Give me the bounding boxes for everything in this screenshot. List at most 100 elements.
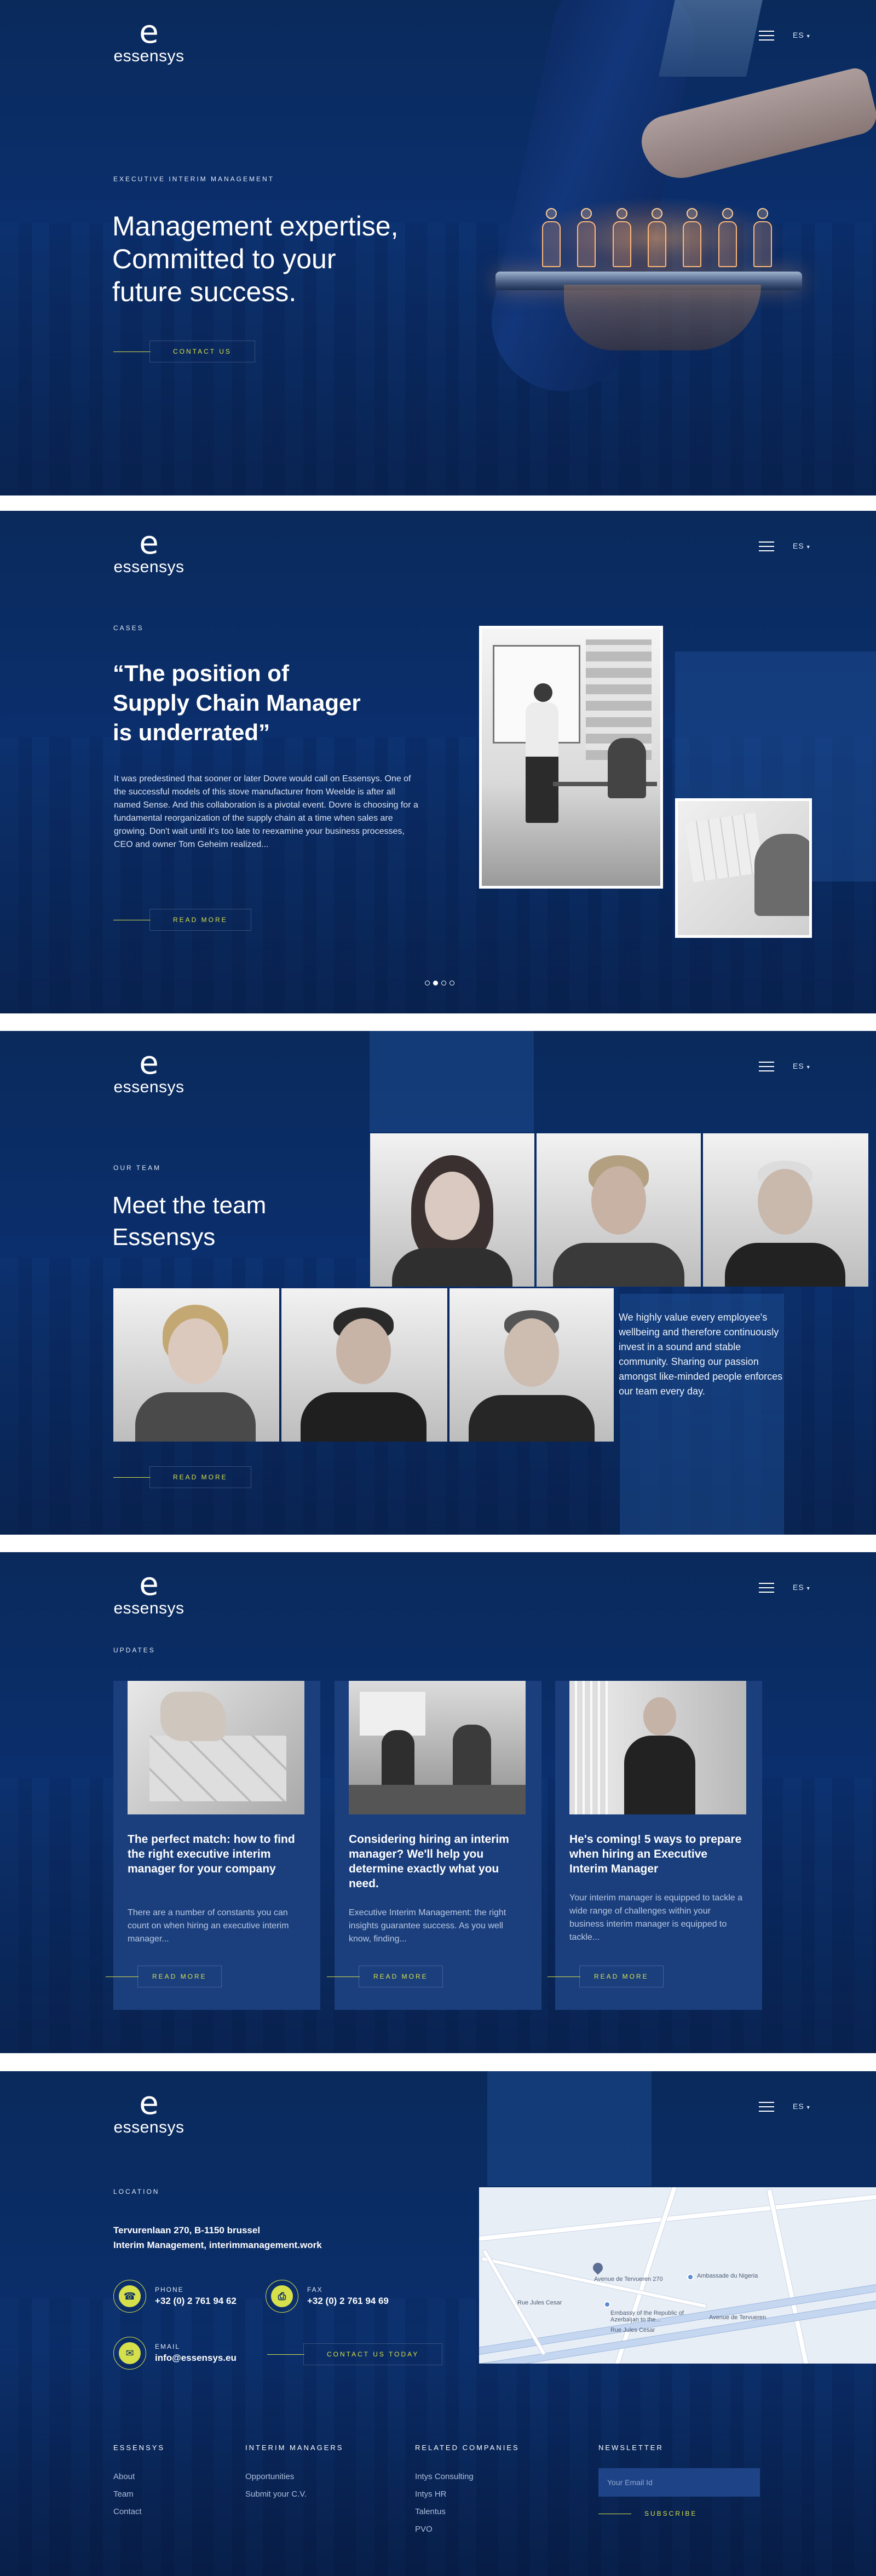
hamburger-menu-icon[interactable]	[759, 2102, 774, 2113]
carousel-dot-2[interactable]	[433, 981, 438, 986]
address: Tervurenlaan 270, B-1150 brussel Interim…	[113, 2223, 322, 2252]
update-card[interactable]: Considering hiring an interim manager? W…	[327, 1681, 541, 2010]
language-selector[interactable]: ES ▼	[793, 541, 811, 550]
team-member-photo[interactable]	[281, 1288, 447, 1442]
hamburger-menu-icon[interactable]	[759, 541, 774, 552]
team-member-photo[interactable]	[113, 1288, 279, 1442]
language-selector[interactable]: ES ▼	[793, 1062, 811, 1070]
update-card[interactable]: The perfect match: how to find the right…	[106, 1681, 320, 2010]
footer-link-pvo[interactable]: PVO	[415, 2521, 520, 2538]
logo-wordmark: essensys	[113, 2118, 185, 2136]
team-member-photo[interactable]	[703, 1133, 868, 1287]
read-more-button[interactable]: READ MORE	[548, 1966, 664, 1987]
businessman-portrait-image	[569, 1681, 746, 1814]
phone-icon: ☎	[119, 2285, 141, 2307]
team-section: e essensys ES ▼ OUR TEAM Meet the team Es…	[0, 1031, 876, 1535]
phone-label: PHONE	[155, 2286, 184, 2293]
language-selector[interactable]: ES ▼	[793, 31, 811, 39]
logo[interactable]: e essensys	[113, 2087, 185, 2141]
team-description: We highly value every employee's wellbei…	[619, 1312, 783, 1397]
contact-section: e essensys ES ▼ LOCATION Tervurenlaan 270…	[0, 2071, 876, 2576]
contact-us-today-button[interactable]: CONTACT US TODAY	[267, 2343, 443, 2365]
map-poi-icon[interactable]	[604, 2301, 610, 2308]
footer-link-intys-hr[interactable]: Intys HR	[415, 2486, 520, 2503]
update-card-excerpt: There are a number of constants you can …	[128, 1908, 289, 1944]
read-more-label: READ MORE	[137, 1966, 222, 1987]
logo[interactable]: e essensys	[113, 15, 185, 70]
chevron-down-icon: ▼	[805, 33, 811, 39]
fax-contact[interactable]: ⎙ FAX +32 (0) 2 761 94 69	[266, 2280, 389, 2313]
footer-heading: ESSENSYS	[113, 2444, 165, 2452]
logo[interactable]: e essensys	[113, 1046, 185, 1101]
hero-illustration	[383, 0, 876, 495]
footer-link-team[interactable]: Team	[113, 2486, 165, 2503]
footer-link-intys-consulting[interactable]: Intys Consulting	[415, 2468, 520, 2486]
team-member-photo[interactable]	[449, 1288, 614, 1442]
read-more-button[interactable]: READ MORE	[327, 1966, 443, 1987]
update-card-title[interactable]: The perfect match: how to find the right…	[128, 1832, 303, 1876]
hero-headline-line: Committed to your	[112, 244, 336, 274]
logo[interactable]: e essensys	[113, 526, 185, 581]
location-map[interactable]: Avenue de Tervueren 270 Ambassade du Nig…	[479, 2187, 876, 2364]
phone-number[interactable]: +32 (0) 2 761 94 62	[155, 2296, 237, 2307]
logo[interactable]: e essensys	[113, 1568, 185, 1622]
map-label: Rue Jules Cesar	[517, 2300, 562, 2306]
read-more-button[interactable]: READ MORE	[113, 909, 251, 931]
hamburger-menu-icon[interactable]	[759, 1062, 774, 1073]
footer-link-contact[interactable]: Contact	[113, 2503, 165, 2521]
read-more-button[interactable]: READ MORE	[106, 1966, 222, 1987]
map-label: Ambassade du Nigeria	[697, 2273, 758, 2279]
carousel-dot-3[interactable]	[441, 981, 446, 986]
case-photo-presentation	[479, 626, 663, 889]
footer-link-talentus[interactable]: Talentus	[415, 2503, 520, 2521]
logo-wordmark: essensys	[113, 558, 185, 576]
updates-section: e essensys ES ▼ UPDATES The perfect match…	[0, 1552, 876, 2053]
language-label: ES	[793, 2102, 804, 2111]
logo-mark: e	[139, 524, 159, 561]
footer-link-opportunities[interactable]: Opportunities	[245, 2468, 343, 2486]
footer-link-about[interactable]: About	[113, 2468, 165, 2486]
carousel-dot-4[interactable]	[449, 981, 454, 986]
hamburger-menu-icon[interactable]	[759, 1583, 774, 1594]
read-more-label: READ MORE	[359, 1966, 443, 1987]
update-card-title[interactable]: He's coming! 5 ways to prepare when hiri…	[569, 1832, 745, 1876]
chevron-down-icon: ▼	[805, 544, 811, 550]
read-more-button[interactable]: READ MORE	[113, 1466, 251, 1488]
hamburger-menu-icon[interactable]	[759, 31, 774, 42]
footer-column-interim-managers: INTERIM MANAGERS Opportunities Submit yo…	[245, 2444, 343, 2503]
map-poi-icon[interactable]	[687, 2274, 694, 2280]
map-pin-icon[interactable]	[591, 2261, 605, 2275]
read-more-label: READ MORE	[579, 1966, 664, 1987]
footer-column-essensys: ESSENSYS About Team Contact	[113, 2444, 165, 2521]
update-card-excerpt: Your interim manager is equipped to tack…	[569, 1893, 743, 1942]
language-label: ES	[793, 1583, 804, 1592]
footer-link-submit-cv[interactable]: Submit your C.V.	[245, 2486, 343, 2503]
update-card-title[interactable]: Considering hiring an interim manager? W…	[349, 1832, 524, 1891]
language-selector[interactable]: ES ▼	[793, 1583, 811, 1592]
email-contact[interactable]: ✉ EMAIL info@essensys.eu	[113, 2337, 237, 2370]
hero-eyebrow: EXECUTIVE INTERIM MANAGEMENT	[113, 175, 275, 183]
logo-wordmark: essensys	[113, 1078, 185, 1096]
logo-mark: e	[139, 1044, 159, 1081]
read-more-label: READ MORE	[149, 1466, 251, 1488]
footer-column-related-companies: RELATED COMPANIES Intys Consulting Intys…	[415, 2444, 520, 2538]
logo-wordmark: essensys	[113, 47, 185, 65]
language-selector[interactable]: ES ▼	[793, 2102, 811, 2111]
subscribe-button[interactable]: SUBSCRIBE	[598, 2503, 760, 2524]
update-card[interactable]: He's coming! 5 ways to prepare when hiri…	[548, 1681, 762, 2010]
logo-mark: e	[139, 1565, 159, 1603]
fax-number[interactable]: +32 (0) 2 761 94 69	[307, 2296, 389, 2307]
contact-us-button[interactable]: CONTACT US	[113, 341, 255, 362]
footer-heading: INTERIM MANAGERS	[245, 2444, 344, 2452]
hero-section: e essensys ES ▼ EXECUTIVE INTERIM MANAGEM…	[0, 0, 876, 495]
puzzle-pieces-image	[128, 1681, 304, 1814]
team-member-photo[interactable]	[537, 1133, 701, 1287]
newsletter-email-input[interactable]	[598, 2468, 760, 2497]
footer-heading: NEWSLETTER	[598, 2444, 664, 2452]
read-more-label: READ MORE	[149, 909, 251, 931]
contact-us-today-label: CONTACT US TODAY	[303, 2343, 443, 2365]
team-member-photo[interactable]	[370, 1133, 534, 1287]
carousel-dot-1[interactable]	[425, 981, 430, 986]
phone-contact[interactable]: ☎ PHONE +32 (0) 2 761 94 62	[113, 2280, 237, 2313]
email-address[interactable]: info@essensys.eu	[155, 2353, 237, 2364]
